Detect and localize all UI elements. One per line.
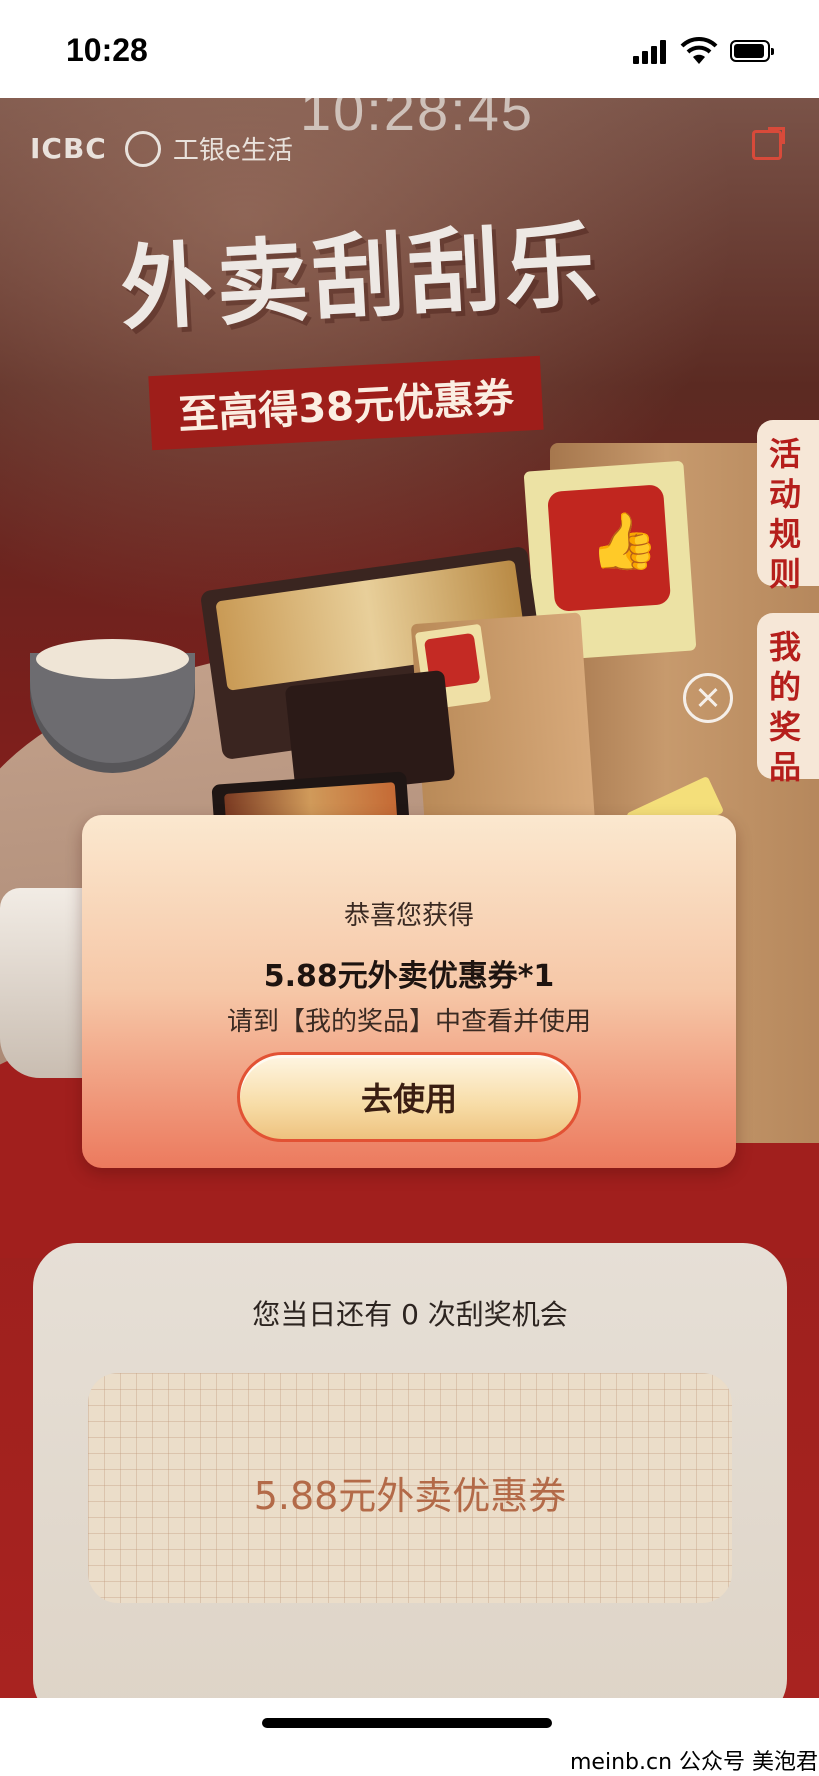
tab-my-prizes[interactable]: 我 的 奖 品 bbox=[757, 613, 819, 786]
popup-hint: 请到【我的奖品】中查看并使用 bbox=[226, 1007, 591, 1037]
tab-activity-rules[interactable]: 活 动 规 则 bbox=[757, 420, 819, 593]
home-indicator[interactable] bbox=[262, 1718, 552, 1728]
banner-title: 外卖刮刮乐 bbox=[117, 211, 603, 344]
prize-popup: 恭喜您获得 5.88元外卖优惠券*1 请到【我的奖品】中查看并使用 去使用 bbox=[82, 815, 736, 1168]
icbc-seal-icon bbox=[124, 130, 161, 167]
bottom-bar: meinb.cn 公众号 美泡君 bbox=[0, 1698, 819, 1775]
remaining-chances-text: 您当日还有 0 次刮奖机会 bbox=[252, 1298, 568, 1331]
status-bar: 10:28 bbox=[0, 0, 819, 98]
logo-text: ICBC bbox=[30, 132, 107, 165]
popup-congrats: 恭喜您获得 bbox=[343, 901, 474, 931]
status-time: 10:28 bbox=[66, 32, 148, 68]
wifi-icon bbox=[680, 36, 718, 64]
clock-overlay: 10:28:45 bbox=[300, 98, 534, 142]
scratch-prize-text: 5.88元外卖优惠券 bbox=[253, 1474, 567, 1518]
battery-icon bbox=[730, 40, 774, 62]
share-icon[interactable] bbox=[752, 127, 785, 160]
thumbs-up-icon: 👍 bbox=[586, 507, 661, 578]
watermark-text: meinb.cn 公众号 美泡君 bbox=[570, 1750, 819, 1775]
signal-icon bbox=[633, 40, 669, 64]
logo-life-text: 工银e生活 bbox=[172, 136, 293, 166]
use-now-button[interactable]: 去使用 bbox=[237, 1052, 581, 1142]
close-icon[interactable] bbox=[683, 673, 733, 723]
scratch-card: 您当日还有 0 次刮奖机会 5.88元外卖优惠券 bbox=[33, 1243, 787, 1698]
icbc-logo: ICBC 工银e生活 bbox=[30, 130, 293, 167]
popup-prize-text: 5.88元外卖优惠券*1 bbox=[263, 959, 555, 994]
scratch-area[interactable]: 5.88元外卖优惠券 bbox=[88, 1373, 732, 1603]
banner-subtitle: 至高得38元优惠券 bbox=[177, 375, 515, 439]
page: 10:28:45 ICBC 工银e生活 外卖刮刮乐 至高得38元优惠券 👍 活 … bbox=[0, 98, 819, 1698]
